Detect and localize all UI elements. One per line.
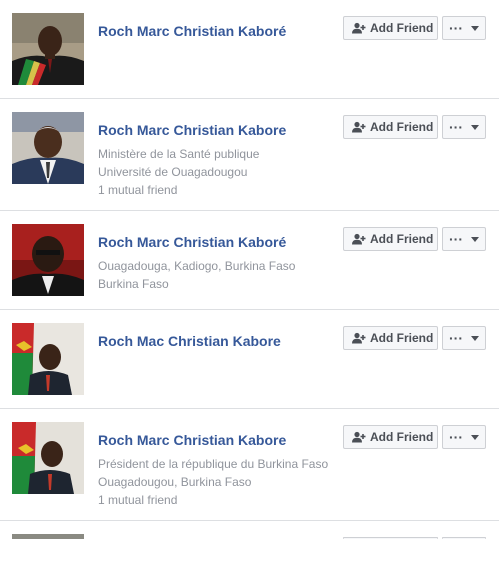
more-options-icon: ··· [449,119,463,135]
add-friend-label: Add Friend [370,21,434,35]
row-actions: Add Friend ··· [343,326,486,350]
mutual-friends-text[interactable]: 1 mutual friend [98,491,177,509]
more-options-button[interactable]: ··· [442,16,486,40]
profile-photo[interactable] [12,13,84,85]
result-row: Roch Marc Christian Kaboré Add Friend ··… [0,0,499,99]
add-friend-label: Add Friend [370,331,434,345]
more-options-button[interactable]: ··· [442,227,486,251]
row-actions: Add Friend ··· [343,115,486,139]
profile-detail: Burkina Faso [98,277,169,291]
profile-name-link[interactable]: Roch Marc Christian Kaboré [98,23,286,39]
caret-down-icon [471,236,479,242]
add-friend-label: Add Friend [370,120,434,134]
add-friend-icon [352,233,366,245]
more-options-button[interactable]: ··· [442,115,486,139]
more-options-icon: ··· [449,330,463,346]
more-options-button[interactable]: ··· [442,425,486,449]
row-actions [343,537,486,561]
profile-photo[interactable] [12,323,84,395]
result-row [0,521,499,551]
caret-down-icon [471,434,479,440]
row-actions: Add Friend ··· [343,227,486,251]
more-options-button[interactable]: ··· [442,326,486,350]
more-options-button[interactable] [442,537,486,539]
profile-photo[interactable] [12,224,84,296]
more-options-icon: ··· [449,429,463,445]
profile-detail: Ministère de la Santé publique [98,147,260,161]
add-friend-icon [352,121,366,133]
profile-photo[interactable] [12,534,84,539]
row-actions: Add Friend ··· [343,16,486,40]
profile-photo[interactable] [12,422,84,494]
profile-name-link[interactable]: Roch Mac Christian Kabore [98,333,281,349]
profile-name-link[interactable]: Roch Marc Christian Kabore [98,432,286,448]
add-friend-label: Add Friend [370,430,434,444]
result-row: Roch Marc Christian Kabore Ministère de … [0,99,499,211]
caret-down-icon [471,335,479,341]
add-friend-button[interactable]: Add Friend [343,115,438,139]
add-friend-icon [352,22,366,34]
add-friend-button[interactable]: Add Friend [343,227,438,251]
add-friend-label: Add Friend [370,232,434,246]
result-row: Roch Marc Christian Kabore Président de … [0,409,499,521]
result-row: Roch Marc Christian Kaboré Ouagadouga, K… [0,211,499,310]
profile-detail: Ouagadougou, Burkina Faso [98,475,252,489]
profile-name-link[interactable]: Roch Marc Christian Kaboré [98,234,286,250]
add-friend-icon [352,431,366,443]
result-row: Roch Mac Christian Kabore Add Friend ··· [0,310,499,409]
profile-detail: Président de la république du Burkina Fa… [98,457,329,471]
more-options-icon: ··· [449,20,463,36]
profile-detail: Ouagadouga, Kadiogo, Burkina Faso [98,259,296,273]
row-actions: Add Friend ··· [343,425,486,449]
profile-name-link[interactable]: Roch Marc Christian Kabore [98,122,286,138]
profile-detail: Université de Ouagadougou [98,165,248,179]
caret-down-icon [471,25,479,31]
mutual-friends-text[interactable]: 1 mutual friend [98,181,177,199]
add-friend-button[interactable]: Add Friend [343,326,438,350]
more-options-icon: ··· [449,231,463,247]
add-friend-icon [352,332,366,344]
caret-down-icon [471,124,479,130]
add-friend-button[interactable] [343,537,438,539]
add-friend-button[interactable]: Add Friend [343,425,438,449]
add-friend-button[interactable]: Add Friend [343,16,438,40]
profile-photo[interactable] [12,112,84,184]
